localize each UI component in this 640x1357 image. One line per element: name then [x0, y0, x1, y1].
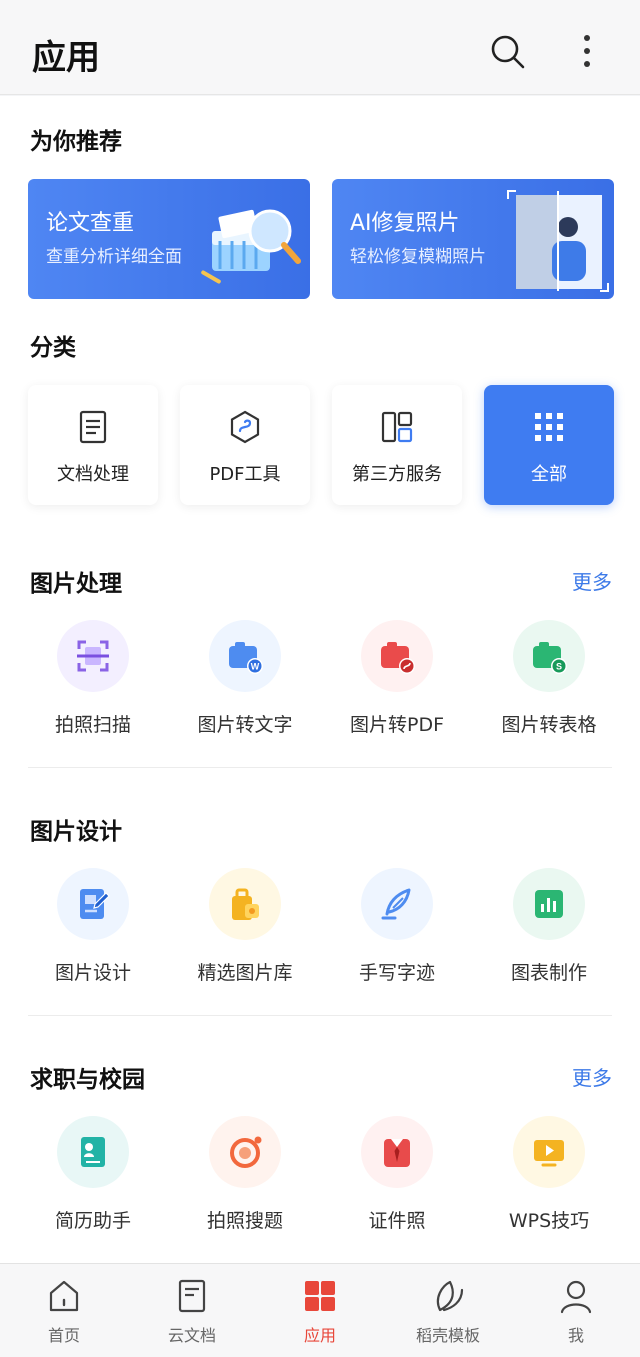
svg-text:S: S — [556, 662, 562, 672]
section-divider — [28, 767, 612, 768]
section-title-career: 求职与校园 — [30, 1067, 145, 1093]
tool-image-to-text[interactable]: W 图片转文字 — [169, 620, 321, 750]
tool-label: 简历助手 — [54, 1210, 131, 1232]
tool-image-to-sheet[interactable]: S 图片转表格 — [473, 620, 625, 750]
more-link-career[interactable]: 更多 — [572, 1062, 612, 1091]
tool-chart-maker[interactable]: 图表制作 — [473, 868, 625, 998]
promo-title: 论文查重 — [46, 211, 135, 236]
tool-label: 图片设计 — [54, 962, 131, 984]
promo-subtitle: 轻松修复模糊照片 — [350, 247, 486, 267]
photo-repair-illustration-icon — [507, 190, 609, 292]
more-link-image-processing[interactable]: 更多 — [572, 566, 612, 595]
tab-me[interactable]: 我 — [512, 1264, 640, 1357]
tool-photo-search[interactable]: 拍照搜题 — [169, 1116, 321, 1246]
quill-pen-icon — [381, 888, 411, 920]
bar-chart-icon — [535, 890, 563, 918]
tab-templates[interactable]: 稻壳模板 — [384, 1264, 512, 1357]
tool-label: 手写字迹 — [358, 962, 435, 984]
more-vertical-icon — [584, 35, 590, 67]
tool-label: 图片转表格 — [501, 714, 597, 736]
category-document[interactable]: 文档处理 — [28, 385, 158, 505]
tool-label: WPS技巧 — [508, 1210, 590, 1232]
home-icon — [49, 1280, 79, 1312]
svg-text:W: W — [251, 662, 260, 672]
promo-title: AI修复照片 — [350, 211, 460, 236]
tool-id-photo[interactable]: 证件照 — [321, 1116, 473, 1246]
category-pdf-tools[interactable]: PDF工具 — [180, 385, 310, 505]
promo-subtitle: 查重分析详细全面 — [46, 247, 182, 267]
paper-check-illustration-icon — [201, 209, 301, 284]
category-third-party[interactable]: 第三方服务 — [332, 385, 462, 505]
tool-image-library[interactable]: 精选图片库 — [169, 868, 321, 998]
tab-apps[interactable]: 应用 — [256, 1264, 384, 1357]
app-header: 应用 — [0, 0, 640, 95]
section-title-image-design: 图片设计 — [30, 819, 122, 845]
image-to-pdf-icon — [381, 642, 415, 674]
scan-icon — [77, 640, 109, 672]
tab-cloud-docs[interactable]: 云文档 — [128, 1264, 256, 1357]
image-to-sheet-icon: S — [533, 642, 567, 674]
tab-label: 云文档 — [167, 1326, 216, 1345]
services-grid-icon — [381, 411, 413, 443]
promo-card-ai-photo-repair[interactable]: AI修复照片 轻松修复模糊照片 — [332, 179, 614, 299]
more-menu-button[interactable] — [572, 32, 602, 72]
image-to-word-icon: W — [229, 642, 263, 674]
search-icon — [491, 35, 525, 69]
photo-search-icon — [230, 1136, 262, 1168]
tab-label: 应用 — [303, 1326, 336, 1345]
tool-label: 精选图片库 — [197, 962, 293, 984]
tab-label: 首页 — [47, 1326, 80, 1345]
tab-label: 稻壳模板 — [415, 1326, 480, 1345]
image-library-icon — [232, 888, 259, 920]
tool-label: 证件照 — [368, 1210, 426, 1232]
tool-label: 图表制作 — [510, 962, 587, 984]
tool-label: 拍照搜题 — [206, 1210, 283, 1232]
section-title-image-processing: 图片处理 — [30, 571, 122, 597]
category-label: 文档处理 — [57, 464, 129, 485]
tab-label: 我 — [567, 1326, 584, 1345]
section-title-recommend: 为你推荐 — [30, 129, 122, 155]
tool-resume[interactable]: 简历助手 — [17, 1116, 169, 1246]
tool-photo-scan[interactable]: 拍照扫描 — [17, 620, 169, 750]
section-title-categories: 分类 — [30, 335, 76, 361]
leaf-icon — [436, 1280, 464, 1312]
design-edit-icon — [80, 889, 110, 919]
promo-card-paper-check[interactable]: 论文查重 查重分析详细全面 — [28, 179, 310, 299]
document-icon — [79, 410, 107, 444]
apps-grid-icon — [535, 413, 563, 441]
main-content[interactable]: 为你推荐 论文查重 查重分析详细全面 AI修复照片 轻松修复模糊照片 分类 文档… — [0, 96, 640, 1263]
search-button[interactable] — [488, 32, 528, 72]
tool-wps-tips[interactable]: WPS技巧 — [473, 1116, 625, 1246]
pdf-hexagon-icon — [230, 410, 260, 444]
resume-icon — [81, 1137, 105, 1167]
tool-handwriting[interactable]: 手写字迹 — [321, 868, 473, 998]
section-divider — [28, 1015, 612, 1016]
cloud-doc-icon — [178, 1279, 206, 1313]
tool-label: 图片转文字 — [197, 714, 293, 736]
tab-home[interactable]: 首页 — [0, 1264, 128, 1357]
profile-icon — [560, 1280, 592, 1314]
category-label: 全部 — [531, 464, 567, 485]
id-photo-icon — [384, 1139, 410, 1167]
category-label: PDF工具 — [209, 464, 281, 485]
apps-icon — [305, 1281, 335, 1311]
category-label: 第三方服务 — [352, 464, 442, 485]
tool-label: 图片转PDF — [349, 714, 445, 736]
tool-label: 拍照扫描 — [54, 714, 131, 736]
category-all[interactable]: 全部 — [484, 385, 614, 505]
tool-image-design[interactable]: 图片设计 — [17, 868, 169, 998]
page-title: 应用 — [32, 38, 100, 78]
video-tips-icon — [534, 1140, 564, 1167]
tool-image-to-pdf[interactable]: 图片转PDF — [321, 620, 473, 750]
bottom-tab-bar: 首页 云文档 应用 稻壳模板 我 — [0, 1263, 640, 1357]
